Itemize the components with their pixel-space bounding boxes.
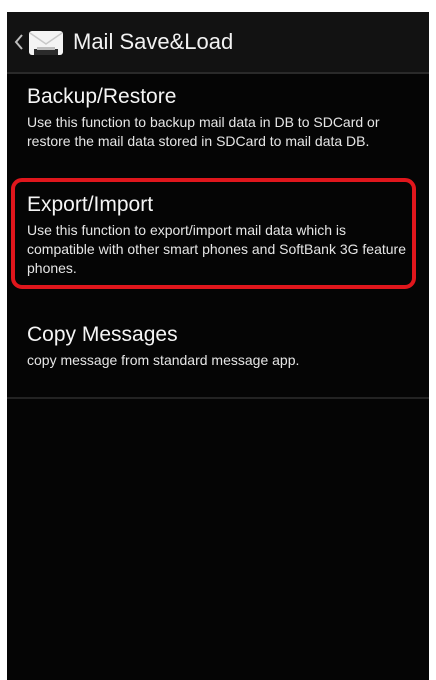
item-description: Use this function to export/import mail …: [27, 222, 406, 276]
header-divider: [7, 72, 429, 74]
page-title: Mail Save&Load: [73, 29, 234, 54]
mail-envelope-icon[interactable]: [28, 29, 64, 57]
item-description: copy message from standard message app.: [27, 352, 300, 368]
item-title: Copy Messages: [27, 323, 178, 346]
chevron-left-icon[interactable]: [14, 32, 24, 52]
action-bar: Mail Save&Load: [7, 12, 429, 72]
item-title: Backup/Restore: [27, 85, 177, 108]
list-item-copy-messages[interactable]: Copy Messages copy message from standard…: [27, 322, 413, 370]
item-title: Export/Import: [27, 193, 154, 216]
list-item-backup-restore[interactable]: Backup/Restore Use this function to back…: [27, 84, 413, 151]
list-divider: [7, 397, 429, 399]
item-description: Use this function to backup mail data in…: [27, 114, 380, 149]
phone-screen: Mail Save&Load Backup/Restore Use this f…: [7, 12, 429, 680]
list-item-export-import[interactable]: Export/Import Use this function to expor…: [27, 192, 413, 278]
